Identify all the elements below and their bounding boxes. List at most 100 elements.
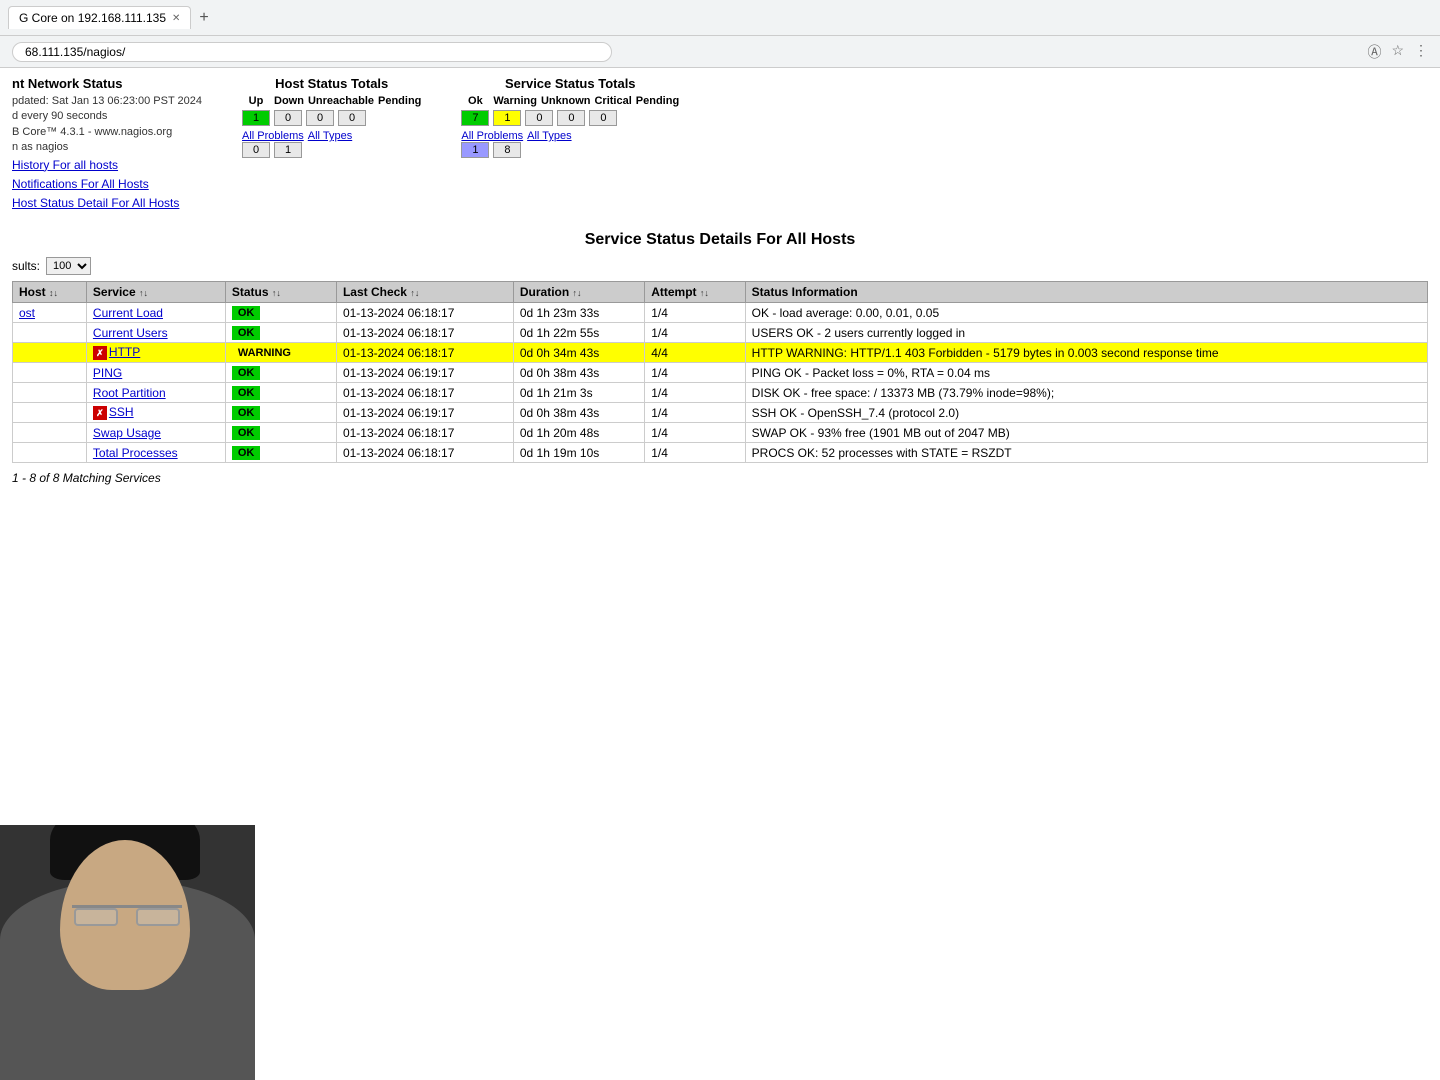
status-badge: OK <box>232 406 261 420</box>
glasses <box>72 905 182 925</box>
svc-critical-value[interactable]: 0 <box>557 110 585 126</box>
host-all-problems-link[interactable]: All Problems <box>242 130 304 142</box>
cell-host <box>13 403 87 423</box>
bookmark-icon[interactable]: ☆ <box>1391 42 1404 62</box>
cell-host <box>13 423 87 443</box>
svc-all-problems-value[interactable]: 1 <box>461 142 489 158</box>
table-row: ✗SSHOK01-13-2024 06:19:170d 0h 38m 43s1/… <box>13 403 1428 423</box>
active-tab[interactable]: G Core on 192.168.111.135 ✕ <box>8 6 191 29</box>
cell-last-check: 01-13-2024 06:19:17 <box>336 363 513 383</box>
cell-duration: 0d 0h 34m 43s <box>513 343 644 363</box>
cell-host <box>13 323 87 343</box>
service-link[interactable]: PING <box>93 366 122 380</box>
cell-status: OK <box>225 443 336 463</box>
results-select[interactable]: 100 50 25 All <box>46 257 91 275</box>
host-pending-label: Pending <box>378 95 421 107</box>
cell-last-check: 01-13-2024 06:18:17 <box>336 423 513 443</box>
col-attempt: Attempt ↑↓ <box>645 282 745 303</box>
network-interval: d every 90 seconds <box>12 109 202 124</box>
cell-service: ✗HTTP <box>86 343 225 363</box>
svc-ok-value[interactable]: 7 <box>461 110 489 126</box>
cell-attempt: 1/4 <box>645 423 745 443</box>
status-badge: OK <box>232 386 261 400</box>
nav-history[interactable]: History For all hosts <box>12 156 202 175</box>
cell-attempt: 1/4 <box>645 303 745 323</box>
cell-attempt: 4/4 <box>645 343 745 363</box>
host-all-types-value[interactable]: 1 <box>274 142 302 158</box>
host-all-problems-value[interactable]: 0 <box>242 142 270 158</box>
notification-icon[interactable]: ✗ <box>93 346 107 360</box>
page-content: nt Network Status pdated: Sat Jan 13 06:… <box>0 68 1440 493</box>
svc-all-types-link[interactable]: All Types <box>527 130 571 142</box>
service-link[interactable]: SSH <box>109 405 134 419</box>
service-status-values-row: 7 1 0 0 0 <box>461 110 679 126</box>
service-link[interactable]: HTTP <box>109 345 140 359</box>
service-link[interactable]: Current Users <box>93 326 168 340</box>
host-status-header-row: Up Down Unreachable Pending <box>242 95 421 107</box>
svc-summary-values: 1 8 <box>461 142 679 158</box>
network-user: n as nagios <box>12 140 202 155</box>
cell-duration: 0d 1h 21m 3s <box>513 383 644 403</box>
cell-last-check: 01-13-2024 06:18:17 <box>336 383 513 403</box>
results-row: sults: 100 50 25 All <box>12 257 1428 275</box>
col-info: Status Information <box>745 282 1427 303</box>
service-link[interactable]: Total Processes <box>93 446 178 460</box>
host-down-value[interactable]: 0 <box>274 110 302 126</box>
col-last-check: Last Check ↑↓ <box>336 282 513 303</box>
svc-unknown-value[interactable]: 0 <box>525 110 553 126</box>
cell-service: Root Partition <box>86 383 225 403</box>
status-badge: OK <box>232 426 261 440</box>
cell-status: OK <box>225 323 336 343</box>
cell-host: ost <box>13 303 87 323</box>
cell-info: USERS OK - 2 users currently logged in <box>745 323 1427 343</box>
host-pending-value[interactable]: 0 <box>338 110 366 126</box>
cell-status: OK <box>225 303 336 323</box>
nav-host-detail[interactable]: Host Status Detail For All Hosts <box>12 194 202 213</box>
menu-icon[interactable]: ⋮ <box>1414 42 1428 62</box>
network-version: B Core™ 4.3.1 - www.nagios.org <box>12 125 202 140</box>
svc-warning-value[interactable]: 1 <box>493 110 521 126</box>
table-header-row: Host ↕↓ Service ↑↓ Status ↑↓ Last Check … <box>13 282 1428 303</box>
table-row: Swap UsageOK01-13-2024 06:18:170d 1h 20m… <box>13 423 1428 443</box>
svc-warning-label: Warning <box>493 95 537 107</box>
nav-notifications[interactable]: Notifications For All Hosts <box>12 175 202 194</box>
new-tab-button[interactable]: + <box>199 9 208 27</box>
status-badge: OK <box>232 326 261 340</box>
host-up-label: Up <box>242 95 270 107</box>
cell-status: OK <box>225 403 336 423</box>
service-link[interactable]: Current Load <box>93 306 163 320</box>
service-link[interactable]: Root Partition <box>93 386 166 400</box>
service-link[interactable]: Swap Usage <box>93 426 161 440</box>
status-header: nt Network Status pdated: Sat Jan 13 06:… <box>12 76 1428 221</box>
service-table: Host ↕↓ Service ↑↓ Status ↑↓ Last Check … <box>12 281 1428 463</box>
cell-status: OK <box>225 423 336 443</box>
cell-info: HTTP WARNING: HTTP/1.1 403 Forbidden - 5… <box>745 343 1427 363</box>
host-up-value[interactable]: 1 <box>242 110 270 126</box>
host-link[interactable]: ost <box>19 306 35 320</box>
translate-icon[interactable]: Ⓐ <box>1367 42 1381 62</box>
service-status-title: Service Status Totals <box>461 76 679 91</box>
svc-all-problems-link[interactable]: All Problems <box>461 130 523 142</box>
cell-last-check: 01-13-2024 06:18:17 <box>336 343 513 363</box>
notification-icon[interactable]: ✗ <box>93 406 107 420</box>
cell-attempt: 1/4 <box>645 443 745 463</box>
host-unreachable-value[interactable]: 0 <box>306 110 334 126</box>
col-host: Host ↕↓ <box>13 282 87 303</box>
browser-tab-bar: G Core on 192.168.111.135 ✕ + <box>0 0 1440 36</box>
svc-ok-label: Ok <box>461 95 489 107</box>
tab-close-icon[interactable]: ✕ <box>172 13 180 24</box>
cell-info: SWAP OK - 93% free (1901 MB out of 2047 … <box>745 423 1427 443</box>
browser-toolbar-icons: Ⓐ ☆ ⋮ <box>1367 42 1428 62</box>
cell-info: PROCS OK: 52 processes with STATE = RSZD… <box>745 443 1427 463</box>
svc-all-types-value[interactable]: 8 <box>493 142 521 158</box>
host-all-types-link[interactable]: All Types <box>308 130 352 142</box>
host-status-values-row: 1 0 0 0 <box>242 110 421 126</box>
webcam-feed <box>0 825 255 1080</box>
svc-pending-value[interactable]: 0 <box>589 110 617 126</box>
cell-host <box>13 363 87 383</box>
network-status-title: nt Network Status <box>12 76 202 91</box>
page-title: Service Status Details For All Hosts <box>12 231 1428 249</box>
url-input[interactable]: 68.111.135/nagios/ <box>12 42 612 62</box>
status-badge: OK <box>232 366 261 380</box>
cell-attempt: 1/4 <box>645 323 745 343</box>
